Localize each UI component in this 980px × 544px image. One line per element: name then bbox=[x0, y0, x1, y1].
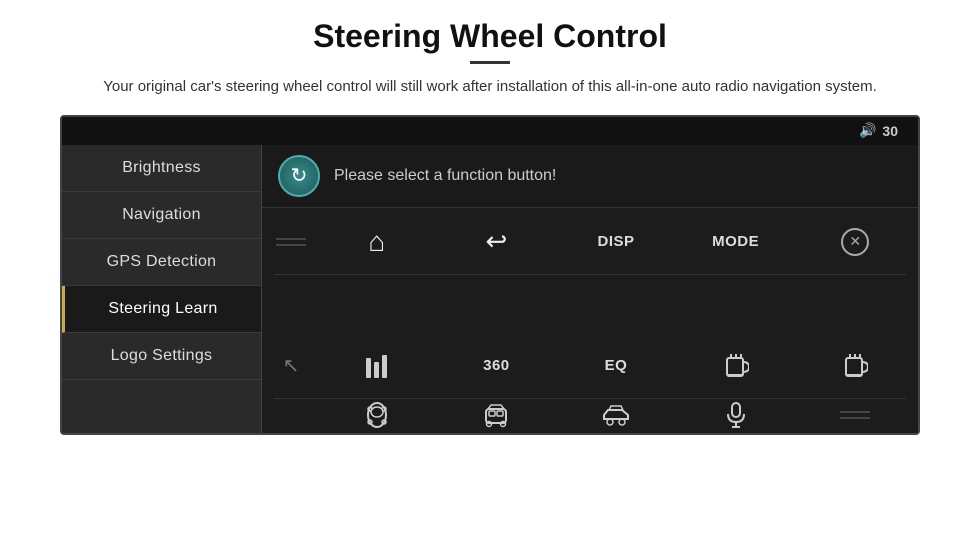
volume-value: 30 bbox=[882, 123, 898, 139]
top-bar: 🔊 30 bbox=[62, 117, 918, 145]
sidebar-item-navigation[interactable]: Navigation bbox=[62, 192, 261, 239]
row3-placeholder bbox=[266, 401, 316, 429]
home-button[interactable]: ⌂ bbox=[318, 212, 436, 272]
mic-button[interactable] bbox=[677, 401, 795, 429]
refresh-button[interactable]: ↻ bbox=[278, 155, 320, 197]
car-right-button[interactable] bbox=[557, 401, 675, 429]
mode-button[interactable]: MODE bbox=[677, 212, 795, 272]
device-ui: 🔊 30 Brightness Navigation GPS Detection… bbox=[60, 115, 920, 435]
row-separator-1 bbox=[274, 274, 906, 275]
cursor-area: ↖ bbox=[266, 336, 316, 396]
eq-label: EQ bbox=[605, 357, 628, 374]
eq-bars-icon bbox=[364, 352, 390, 380]
disp-label: DISP bbox=[597, 233, 634, 250]
360-button[interactable]: 360 bbox=[438, 336, 556, 396]
volume-icon: 🔊 bbox=[859, 122, 876, 139]
car-top-button[interactable] bbox=[318, 401, 436, 429]
page-wrapper: Steering Wheel Control Your original car… bbox=[0, 0, 980, 544]
cup-icon-1 bbox=[723, 352, 749, 380]
page-subtitle: Your original car's steering wheel contr… bbox=[103, 76, 877, 99]
back-button[interactable]: ↩ bbox=[438, 212, 556, 272]
eq-button[interactable]: EQ bbox=[557, 336, 675, 396]
page-title: Steering Wheel Control bbox=[313, 18, 667, 55]
no-phone-icon bbox=[841, 228, 869, 256]
cursor-icon: ↖ bbox=[283, 353, 300, 378]
title-divider bbox=[470, 61, 510, 64]
sidebar-item-logo-settings[interactable]: Logo Settings bbox=[62, 333, 261, 380]
car-side-icon bbox=[602, 401, 630, 429]
back-icon: ↩ bbox=[485, 226, 507, 257]
disp-button[interactable]: DISP bbox=[557, 212, 675, 272]
car-top-icon bbox=[363, 401, 391, 429]
function-header: ↻ Please select a function button! bbox=[262, 145, 918, 208]
row-separator-2 bbox=[274, 398, 906, 399]
function-prompt: Please select a function button! bbox=[334, 167, 556, 185]
cup-button-2[interactable] bbox=[796, 336, 914, 396]
button-grid: ⌂ ↩ DISP MODE bbox=[262, 208, 918, 433]
house-icon: ⌂ bbox=[368, 226, 385, 258]
refresh-icon: ↻ bbox=[291, 163, 308, 188]
main-content: Brightness Navigation GPS Detection Stee… bbox=[62, 145, 918, 433]
no-call-button[interactable] bbox=[796, 212, 914, 272]
row1-label bbox=[266, 212, 316, 272]
mic-icon bbox=[725, 401, 747, 429]
sidebar: Brightness Navigation GPS Detection Stee… bbox=[62, 145, 262, 433]
car-left-button[interactable] bbox=[438, 401, 556, 429]
cup-button-1[interactable] bbox=[677, 336, 795, 396]
car-front-icon bbox=[482, 401, 510, 429]
row3-end bbox=[796, 401, 914, 429]
mode-label: MODE bbox=[712, 233, 759, 250]
right-panel: ↻ Please select a function button! bbox=[262, 145, 918, 433]
sidebar-item-steering-learn[interactable]: Steering Learn bbox=[62, 286, 261, 333]
sidebar-item-gps-detection[interactable]: GPS Detection bbox=[62, 239, 261, 286]
cup-icon-2 bbox=[842, 352, 868, 380]
sidebar-item-brightness[interactable]: Brightness bbox=[62, 145, 261, 192]
360-label: 360 bbox=[483, 357, 510, 374]
eq-bars-button[interactable] bbox=[318, 336, 436, 396]
